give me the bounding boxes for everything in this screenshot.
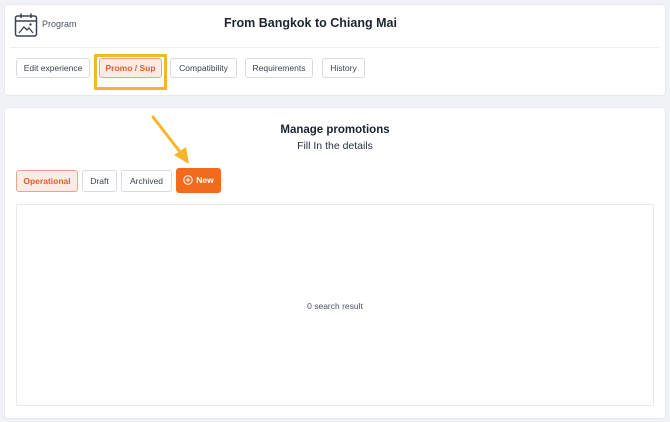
new-promotion-button[interactable]: New [176, 168, 221, 193]
page-title: From Bangkok to Chiang Mai [224, 16, 397, 30]
filter-archived[interactable]: Archived [121, 170, 172, 192]
program-label: Program [42, 19, 77, 29]
tab-history[interactable]: History [322, 58, 365, 78]
calendar-image-icon [14, 13, 38, 37]
section-title: Manage promotions [280, 124, 390, 136]
annotation-arrow-icon [151, 115, 189, 164]
search-result-count: 0 search result [307, 301, 363, 311]
results-panel: 0 search result [16, 204, 654, 406]
section-subtitle: Fill In the details [297, 140, 373, 152]
new-button-label: New [196, 175, 214, 185]
tab-edit-experience[interactable]: Edit experience [16, 58, 90, 78]
plus-circle-icon [183, 175, 193, 185]
header-divider [10, 47, 660, 48]
tab-compatibility[interactable]: Compatibility [170, 58, 237, 78]
tab-promo-sup[interactable]: Promo / Sup [99, 58, 162, 78]
filter-draft[interactable]: Draft [82, 170, 117, 192]
tab-requirements[interactable]: Requirements [245, 58, 313, 78]
filter-operational[interactable]: Operational [16, 170, 78, 192]
